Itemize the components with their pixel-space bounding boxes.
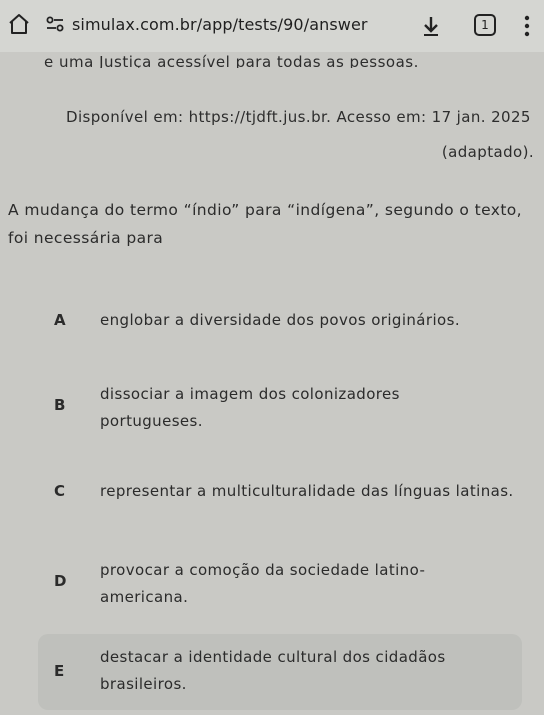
alternative-text: destacar a identidade cultural dos cidad… <box>100 648 446 693</box>
url-text: simulax.com.br/app/tests/90/answer <box>72 14 368 34</box>
home-icon[interactable] <box>6 11 32 37</box>
alternative-text: dissociar a imagem dos colonizadores por… <box>100 385 400 430</box>
browser-toolbar: simulax.com.br/app/tests/90/answer 1 <box>0 0 544 52</box>
alternative-d[interactable]: D provocar a comoção da sociedade latino… <box>38 552 522 612</box>
alternative-letter: C <box>54 482 66 500</box>
alternative-text: englobar a diversidade dos povos originá… <box>100 311 460 329</box>
alternative-a[interactable]: A englobar a diversidade dos povos origi… <box>38 302 522 342</box>
alternative-text: provocar a comoção da sociedade latino-a… <box>100 561 426 606</box>
alternative-c[interactable]: C representar a multiculturalidade das l… <box>38 473 522 513</box>
alternative-letter: B <box>54 396 66 414</box>
alternative-letter: A <box>54 311 66 329</box>
tab-switcher-button[interactable]: 1 <box>474 14 496 36</box>
site-info-icon[interactable] <box>44 13 66 35</box>
article-adapted-note: (adaptado). <box>441 143 534 161</box>
alternative-text: representar a multiculturalidade das lín… <box>100 482 514 500</box>
question-text: A mudança do termo “índio” para “indígen… <box>8 201 523 247</box>
download-icon[interactable] <box>420 14 442 38</box>
more-options-icon[interactable] <box>520 12 534 40</box>
alternative-e[interactable]: E destacar a identidade cultural dos cid… <box>38 634 522 710</box>
alternative-b[interactable]: B dissociar a imagem dos colonizadores p… <box>38 376 522 438</box>
address-bar[interactable]: simulax.com.br/app/tests/90/answer <box>44 8 399 40</box>
article-cut-line: e uma Justiça acessível para todas as pe… <box>44 53 419 68</box>
alternative-letter: E <box>54 662 65 680</box>
alternative-letter: D <box>54 572 67 590</box>
tab-count: 1 <box>481 18 489 32</box>
article-source: Disponível em: https://tjdft.jus.br. Ace… <box>66 108 531 126</box>
